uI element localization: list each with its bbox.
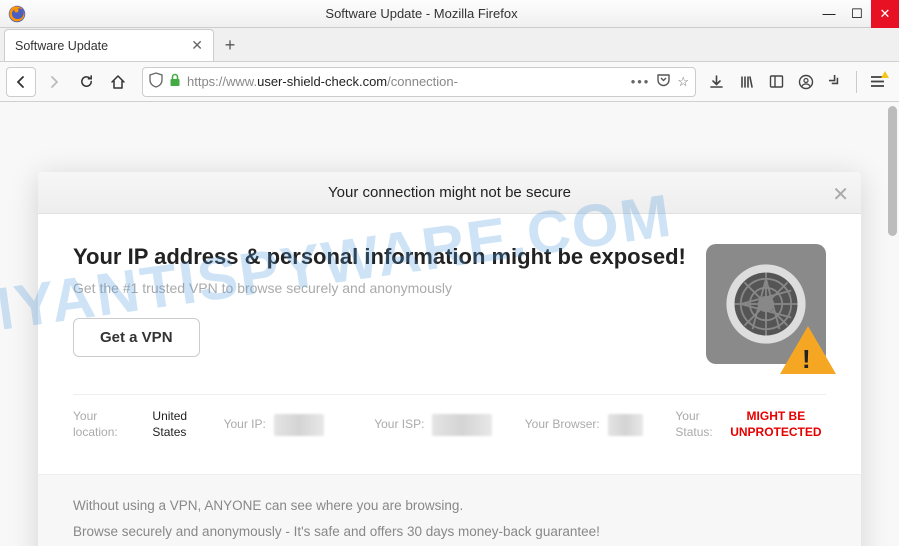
- gear-icon: [706, 244, 826, 364]
- tab-title: Software Update: [15, 39, 108, 53]
- reload-button[interactable]: [72, 67, 100, 97]
- overflow-icon[interactable]: [826, 72, 846, 92]
- tab-close-icon[interactable]: ✕: [191, 37, 203, 54]
- info-browser: Your Browser:: [525, 409, 676, 440]
- page-actions-icon[interactable]: •••: [631, 74, 651, 89]
- info-location: Your location: United States: [73, 409, 224, 440]
- lock-icon[interactable]: [169, 73, 181, 90]
- scrollbar[interactable]: [888, 106, 897, 236]
- footer-line1: Without using a VPN, ANYONE can see wher…: [73, 493, 826, 519]
- close-button[interactable]: ✕: [871, 0, 899, 28]
- downloads-icon[interactable]: [706, 72, 726, 92]
- library-icon[interactable]: [736, 72, 756, 92]
- warning-icon: [780, 326, 836, 374]
- footer-line2: Browse securely and anonymously - It's s…: [73, 519, 826, 545]
- popup-footer: Without using a VPN, ANYONE can see wher…: [38, 474, 861, 546]
- page-viewport: Your connection might not be secure ✕ Yo…: [0, 102, 899, 546]
- popup-title: Your connection might not be secure: [38, 184, 861, 201]
- back-button[interactable]: [6, 67, 36, 97]
- redacted-value: [432, 414, 492, 436]
- window-controls: — ☐ ✕: [815, 0, 899, 28]
- popup-header: Your connection might not be secure ✕: [38, 172, 861, 214]
- redacted-value: [608, 414, 643, 436]
- firefox-icon: [6, 3, 28, 25]
- vpn-popup: Your connection might not be secure ✕ Yo…: [38, 172, 861, 546]
- get-vpn-button[interactable]: Get a VPN: [73, 318, 200, 357]
- redacted-value: [274, 414, 324, 436]
- tab-bar: Software Update ✕ +: [0, 28, 899, 62]
- forward-button: [40, 67, 68, 97]
- menu-icon[interactable]: [867, 72, 887, 92]
- window-titlebar: Software Update - Mozilla Firefox — ☐ ✕: [0, 0, 899, 28]
- popup-body: Your IP address & personal information m…: [38, 214, 861, 474]
- toolbar-actions: [706, 71, 893, 93]
- tab-software-update[interactable]: Software Update ✕: [4, 29, 214, 61]
- popup-subheading: Get the #1 trusted VPN to browse securel…: [73, 280, 686, 296]
- pocket-icon[interactable]: [656, 73, 671, 90]
- popup-close-icon[interactable]: ✕: [832, 182, 849, 207]
- home-button[interactable]: [104, 67, 132, 97]
- navigation-toolbar: https://www.user-shield-check.com/connec…: [0, 62, 899, 102]
- window-title: Software Update - Mozilla Firefox: [28, 6, 815, 21]
- new-tab-button[interactable]: +: [214, 29, 246, 61]
- info-status: Your Status: MIGHT BE UNPROTECTED: [675, 409, 826, 440]
- url-bar[interactable]: https://www.user-shield-check.com/connec…: [142, 67, 696, 97]
- info-row: Your location: United States Your IP: Yo…: [73, 394, 826, 454]
- shield-icon[interactable]: [149, 72, 163, 91]
- info-isp: Your ISP:: [374, 409, 525, 440]
- sidebar-icon[interactable]: [766, 72, 786, 92]
- minimize-button[interactable]: —: [815, 0, 843, 28]
- bookmark-star-icon[interactable]: ☆: [677, 74, 689, 90]
- info-ip: Your IP:: [224, 409, 375, 440]
- popup-heading: Your IP address & personal information m…: [73, 244, 686, 270]
- maximize-button[interactable]: ☐: [843, 0, 871, 28]
- account-icon[interactable]: [796, 72, 816, 92]
- url-text: https://www.user-shield-check.com/connec…: [187, 74, 625, 89]
